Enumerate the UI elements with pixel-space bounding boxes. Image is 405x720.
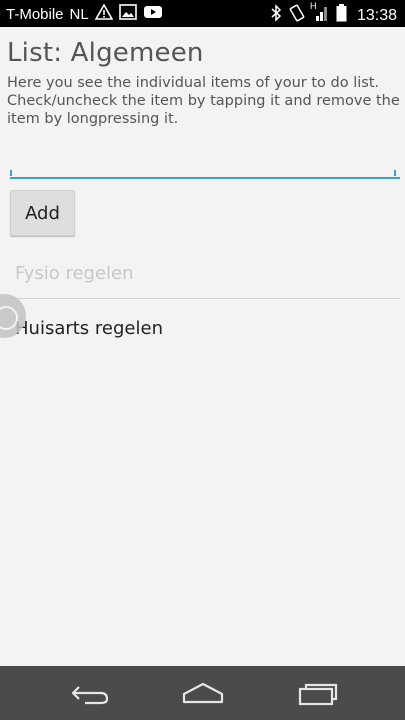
carrier-label: T-Mobile	[6, 5, 64, 23]
status-bar-left: T-Mobile NL	[6, 3, 169, 24]
youtube-icon	[143, 4, 163, 24]
status-bar: T-Mobile NL H 13:38	[0, 0, 405, 27]
new-item-input[interactable]	[10, 145, 400, 179]
bluetooth-icon	[270, 4, 282, 27]
vibrate-icon	[288, 4, 306, 27]
signal-icon: H	[309, 1, 330, 27]
image-icon	[118, 4, 137, 24]
page-description: Here you see the individual items of you…	[7, 75, 400, 127]
navigation-bar	[0, 666, 405, 720]
back-icon[interactable]	[65, 678, 115, 708]
clock: 13:38	[356, 6, 397, 24]
list-item[interactable]: Huisarts regelen	[0, 299, 405, 357]
list-item[interactable]: Fysio regelen	[0, 249, 400, 299]
region-label: NL	[69, 5, 89, 23]
main-content: List: Algemeen Here you see the individu…	[0, 27, 405, 666]
status-bar-right: H 13:38	[270, 1, 397, 27]
page-title: List: Algemeen	[7, 38, 204, 68]
list-item-label: Fysio regelen	[15, 263, 134, 284]
add-button[interactable]: Add	[10, 190, 75, 236]
todo-list: Fysio regelen Huisarts regelen	[0, 249, 405, 357]
battery-icon	[336, 4, 347, 27]
alert-icon	[94, 3, 114, 24]
list-item-label: Huisarts regelen	[15, 317, 163, 339]
network-indicator: H	[309, 1, 317, 11]
recent-apps-icon[interactable]	[292, 678, 342, 708]
home-icon[interactable]	[178, 678, 228, 708]
